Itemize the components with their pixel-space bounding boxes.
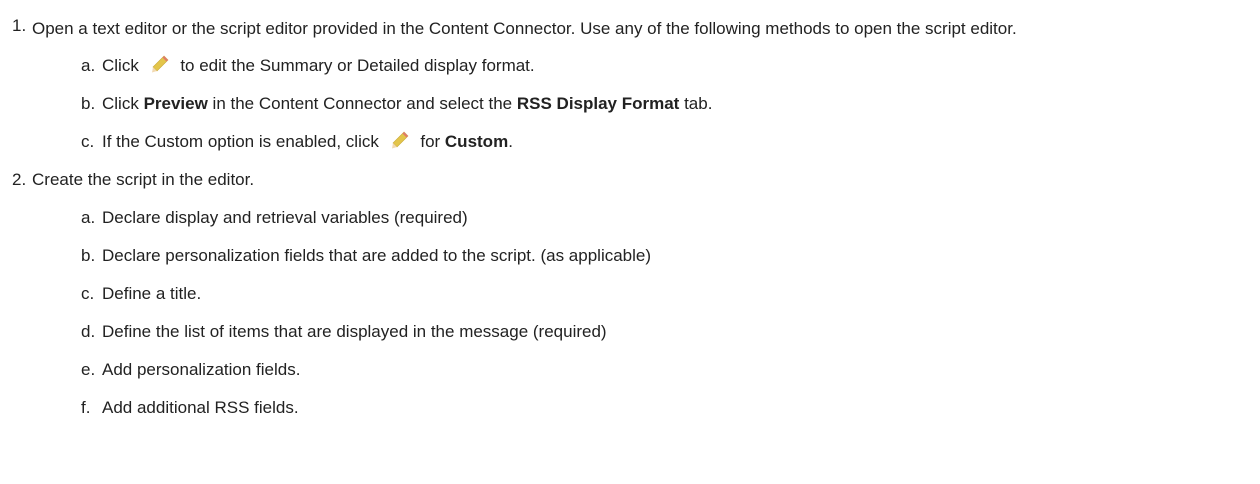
step-text: Create the script in the editor. xyxy=(32,170,255,189)
substep-letter: a. xyxy=(81,56,96,75)
substep-text: Add personalization fields. xyxy=(102,360,301,379)
substep-2b: b. Declare personalization fields that a… xyxy=(0,237,1260,275)
step-number: 1. xyxy=(12,16,27,35)
substep-letter: c. xyxy=(81,132,95,151)
substep-1b: b. Click Preview in the Content Connecto… xyxy=(0,85,1260,123)
step-text: Open a text editor or the script editor … xyxy=(32,19,1017,38)
substep-text: Define a title. xyxy=(102,284,202,303)
substep-2c: c. Define a title. xyxy=(0,275,1260,313)
substep-text: Declare personalization fields that are … xyxy=(102,246,652,265)
procedure-document: 1. Open a text editor or the script edit… xyxy=(0,0,1260,484)
substep-1c: c. If the Custom option is enabled, clic… xyxy=(0,123,1260,161)
substep-text-before: Click xyxy=(102,56,139,75)
substep-text-after: for xyxy=(420,132,445,151)
substep-text: in the Content Connector and select the xyxy=(207,94,517,113)
substep-2e: e. Add personalization fields. xyxy=(0,351,1260,389)
step-number: 2. xyxy=(12,170,27,189)
substep-text: tab. xyxy=(679,94,713,113)
substep-letter: f. xyxy=(81,398,91,417)
substep-text-before: If the Custom option is enabled, click xyxy=(102,132,379,151)
custom-ui-term: Custom xyxy=(444,132,509,151)
step-2: 2. Create the script in the editor. xyxy=(0,161,1260,199)
substep-letter: d. xyxy=(81,322,96,341)
substep-2a: a. Declare display and retrieval variabl… xyxy=(0,199,1260,237)
substep-letter: c. xyxy=(81,284,95,303)
substep-text: Declare display and retrieval variables … xyxy=(102,208,468,227)
substep-2f: f. Add additional RSS fields. xyxy=(0,389,1260,427)
step-1: 1. Open a text editor or the script edit… xyxy=(0,12,1260,46)
pencil-icon[interactable] xyxy=(390,130,410,150)
substep-letter: a. xyxy=(81,208,96,227)
rss-display-format-ui-term: RSS Display Format xyxy=(516,94,680,113)
preview-ui-term: Preview xyxy=(143,94,208,113)
substep-letter: b. xyxy=(81,246,96,265)
substep-letter: b. xyxy=(81,94,96,113)
substep-letter: e. xyxy=(81,360,96,379)
pencil-icon[interactable] xyxy=(150,54,170,74)
substep-text: Add additional RSS fields. xyxy=(102,398,299,417)
substep-text-end: . xyxy=(508,132,513,151)
substep-text: Click xyxy=(102,94,144,113)
substep-2d: d. Define the list of items that are dis… xyxy=(0,313,1260,351)
substep-1a: a. Click to edit the Summary or Detailed… xyxy=(0,47,1260,85)
substep-text-after: to edit the Summary or Detailed display … xyxy=(180,56,535,75)
substep-text: Define the list of items that are displa… xyxy=(102,322,607,341)
